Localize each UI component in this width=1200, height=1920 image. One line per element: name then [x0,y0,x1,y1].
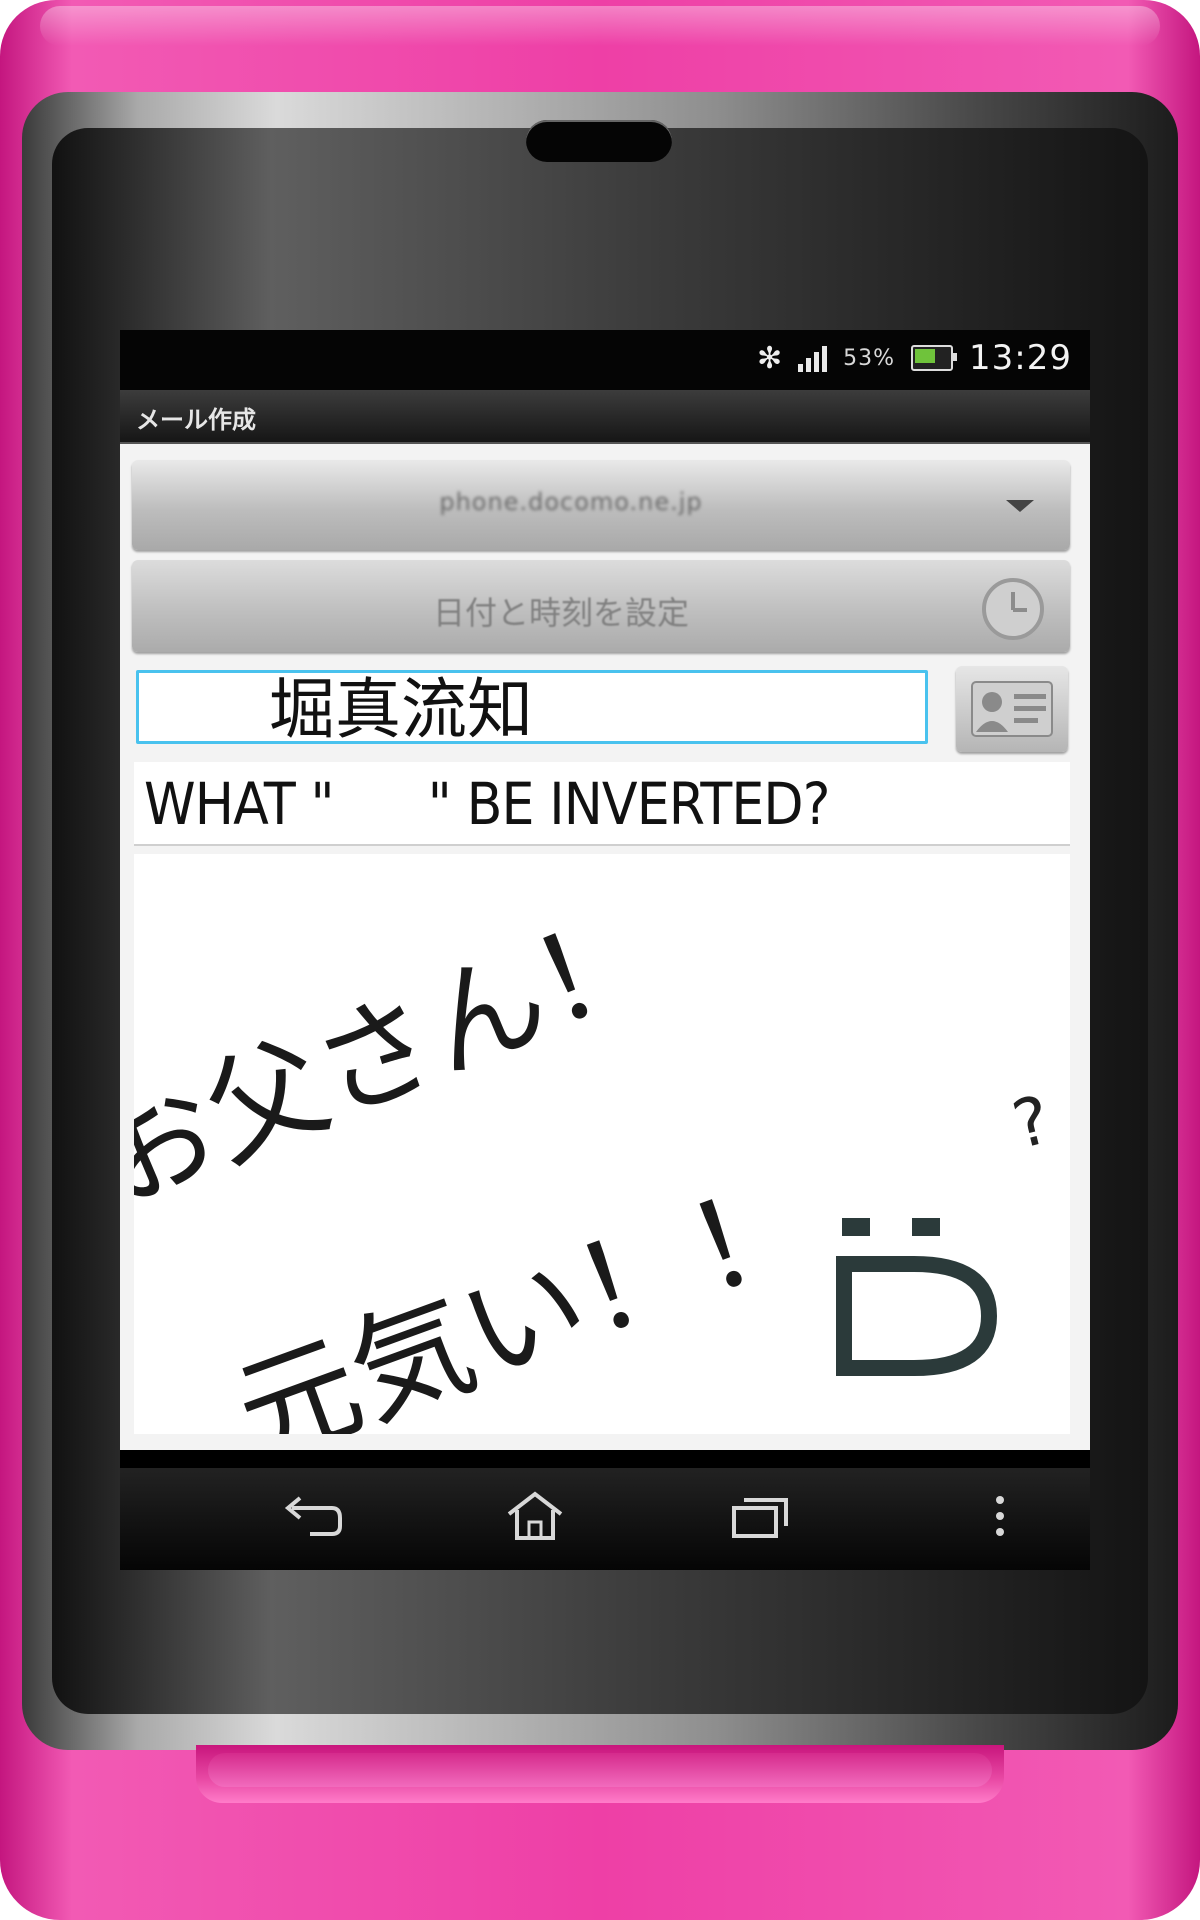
subject-text: WHAT " " BE INVERTED? [144,770,830,838]
app-title-bar: メール作成 [120,390,1090,444]
body-line-1: お父さん！ [134,882,675,1232]
set-datetime-label: 日付と時刻を設定 [432,594,689,632]
phone-chin [196,1745,1004,1803]
sender-account-dropdown[interactable]: phone.docomo.ne.jp [132,460,1070,550]
body-question-mark: ? [1005,1080,1058,1165]
set-datetime-button[interactable]: 日付と時刻を設定 [132,560,1070,652]
compose-form: phone.docomo.ne.jp 日付と時刻を設定 堀真流知 WHAT " … [120,444,1090,1450]
status-icons: ✻ 53% 13:29 [757,338,1072,378]
bluetooth-icon: ✻ [756,340,783,376]
contact-picker-button[interactable] [956,666,1068,752]
message-body[interactable]: お父さん！ 元気い！！ ? [134,854,1070,1434]
body-line-2: 元気い！！ [219,1151,831,1434]
menu-icon [996,1496,1004,1536]
home-icon [507,1491,563,1540]
smiley-face-icon [836,1218,998,1376]
battery-percent: 53% [843,345,896,371]
sender-account-value: phone.docomo.ne.jp [439,488,703,516]
recent-apps-button[interactable] [720,1486,800,1546]
back-icon [284,1496,342,1536]
status-bar: ✻ 53% 13:29 [120,330,1090,390]
navigation-bar [120,1468,1090,1570]
clock-icon [982,578,1044,640]
subject-field[interactable]: WHAT " " BE INVERTED? [134,762,1070,846]
recent-apps-icon [732,1498,788,1538]
back-button[interactable] [270,1486,350,1546]
home-button[interactable] [495,1486,575,1546]
signal-icon [798,344,828,372]
phone-screen: ✻ 53% 13:29 メール作成 phone.docomo.ne.jp 日付と… [120,330,1090,1570]
recipient-name: 堀真流知 [269,671,533,748]
menu-button[interactable] [980,1486,1020,1546]
earpiece-speaker [526,120,672,162]
app-title: メール作成 [136,406,256,434]
contact-card-icon [971,681,1053,737]
chevron-down-icon [1006,500,1034,512]
status-time: 13:29 [969,338,1072,378]
battery-icon [911,345,958,371]
recipient-field[interactable]: 堀真流知 [136,670,928,748]
